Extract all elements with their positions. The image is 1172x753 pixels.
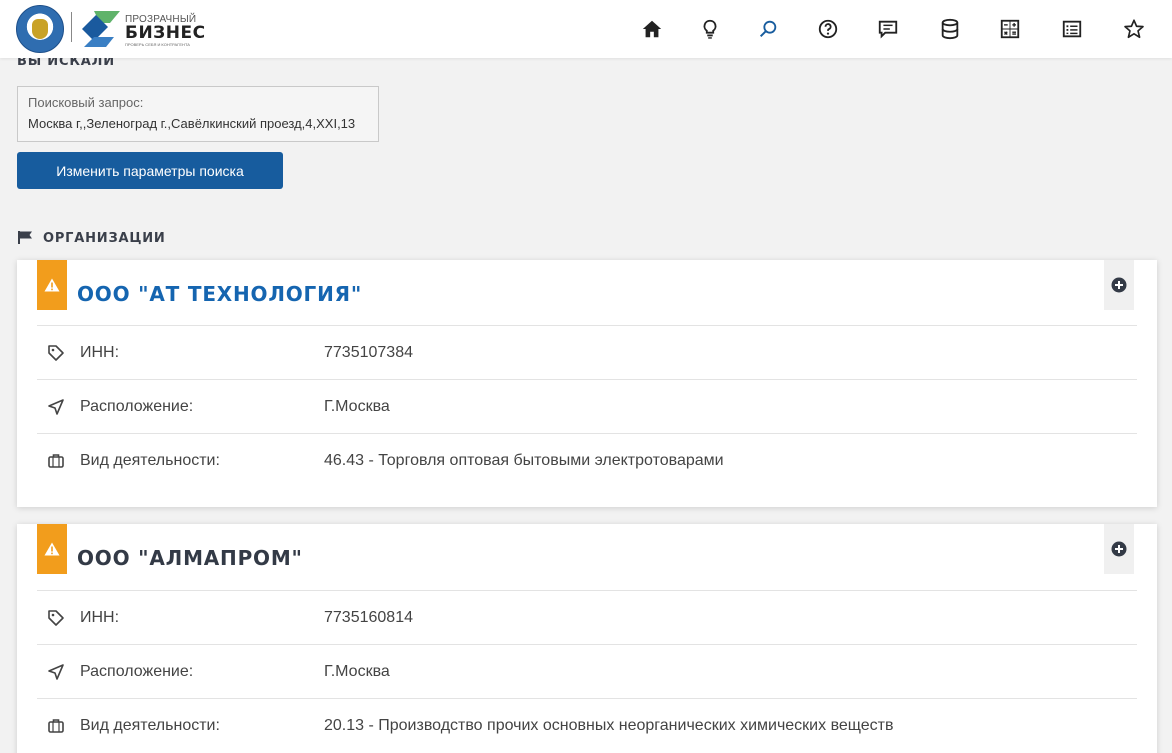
- flag-icon: [18, 231, 32, 244]
- list-icon[interactable]: [1060, 17, 1084, 41]
- calculator-icon[interactable]: [998, 17, 1022, 41]
- lightbulb-icon[interactable]: [698, 17, 722, 41]
- inn-value: 7735107384: [324, 344, 413, 361]
- prozrachny-biznes-logo-mark[interactable]: [80, 9, 122, 49]
- query-value: Москва г,,Зеленоград г.,Савёлкинский про…: [28, 116, 356, 131]
- briefcase-icon: [48, 454, 64, 468]
- tag-icon: [48, 610, 64, 626]
- inn-row: ИНН: 7735107384: [37, 325, 1137, 379]
- activity-value: 20.13 - Производство прочих основных нео…: [324, 717, 894, 734]
- warning-badge: [37, 260, 67, 310]
- location-value: Г.Москва: [324, 398, 390, 415]
- change-search-button[interactable]: Изменить параметры поиска: [17, 152, 283, 189]
- inn-label: ИНН:: [80, 344, 120, 361]
- brand-tagline: ПРОВЕРЬ СЕБЯ И КОНТРАГЕНТА: [125, 42, 190, 47]
- warning-icon: [44, 542, 60, 556]
- chat-icon[interactable]: [876, 17, 900, 41]
- plus-circle-icon: [1111, 277, 1127, 293]
- location-row: Расположение: Г.Москва: [37, 379, 1137, 433]
- location-value: Г.Москва: [324, 663, 390, 680]
- star-icon[interactable]: [1122, 17, 1146, 41]
- logo-divider: [71, 12, 72, 42]
- activity-value: 46.43 - Торговля оптовая бытовыми электр…: [324, 452, 724, 469]
- plus-circle-icon: [1111, 541, 1127, 557]
- location-label: Расположение:: [80, 663, 194, 680]
- tag-icon: [48, 345, 64, 361]
- expand-button[interactable]: [1104, 260, 1134, 310]
- query-label: Поисковый запрос:: [28, 95, 144, 110]
- location-label: Расположение:: [80, 398, 194, 415]
- search-query-box: Поисковый запрос: Москва г,,Зеленоград г…: [17, 86, 379, 142]
- activity-row: Вид деятельности: 46.43 - Торговля оптов…: [37, 433, 1137, 487]
- database-icon[interactable]: [938, 17, 962, 41]
- activity-label: Вид деятельности:: [80, 452, 220, 469]
- fns-emblem-logo[interactable]: [16, 5, 64, 53]
- org-card: ООО "АТ ТЕХНОЛОГИЯ" ИНН: 7735107384 Расп…: [17, 260, 1157, 507]
- expand-button[interactable]: [1104, 524, 1134, 574]
- org-card: ООО "АЛМАПРОМ" ИНН: 7735160814 Расположе…: [17, 524, 1157, 753]
- orgs-section-title: ОРГАНИЗАЦИИ: [43, 231, 166, 246]
- briefcase-icon: [48, 719, 64, 733]
- org-name-link[interactable]: ООО "АТ ТЕХНОЛОГИЯ": [77, 282, 362, 306]
- location-row: Расположение: Г.Москва: [37, 644, 1137, 698]
- org-name-link[interactable]: ООО "АЛМАПРОМ": [77, 546, 303, 570]
- home-icon[interactable]: [640, 17, 664, 41]
- help-icon[interactable]: [816, 17, 840, 41]
- activity-label: Вид деятельности:: [80, 717, 220, 734]
- search-icon[interactable]: [756, 17, 780, 41]
- inn-value: 7735160814: [324, 609, 413, 626]
- warning-badge: [37, 524, 67, 574]
- activity-row: Вид деятельности: 20.13 - Производство п…: [37, 698, 1137, 752]
- location-arrow-icon: [48, 399, 64, 415]
- location-arrow-icon: [48, 664, 64, 680]
- brand-name-big: БИЗНЕС: [125, 23, 206, 43]
- inn-label: ИНН:: [80, 609, 120, 626]
- top-header: ПРОЗРАЧНЫЙ БИЗНЕС ПРОВЕРЬ СЕБЯ И КОНТРАГ…: [0, 0, 1172, 58]
- inn-row: ИНН: 7735160814: [37, 590, 1137, 644]
- warning-icon: [44, 278, 60, 292]
